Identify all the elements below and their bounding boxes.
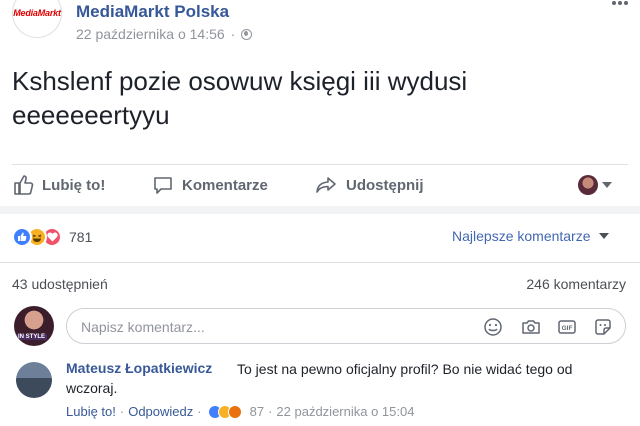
post-as-selector[interactable] — [578, 166, 612, 204]
comment-reaction-count: 87 — [249, 404, 265, 419]
comment-text: To jest na pewno oficjalny profil? Bo ni… — [66, 361, 573, 396]
reaction-count: 781 — [69, 229, 93, 245]
comment-input[interactable] — [81, 317, 461, 337]
comment-actions: Lubię to! · Odpowiedz · 87 · 22 paździer… — [66, 404, 414, 419]
comment-label: Komentarze — [182, 176, 268, 194]
comment-reply-button[interactable]: Odpowiedz — [128, 404, 193, 419]
divider — [0, 262, 640, 263]
current-user-avatar: IN STYLE — [14, 306, 54, 346]
sort-label: Najlepsze komentarze — [452, 228, 591, 244]
comment-reactions[interactable] — [207, 404, 242, 419]
action-separator: · — [197, 404, 202, 419]
page-name-link[interactable]: MediaMarkt Polska — [76, 2, 229, 22]
page-avatar[interactable]: MediaMarkt — [12, 0, 62, 38]
post-meta: 22 października o 14:56 · — [76, 26, 253, 42]
action-separator: · — [268, 404, 273, 419]
comment-composer: GIF — [66, 308, 626, 344]
speech-bubble-icon — [154, 177, 172, 194]
comment-button[interactable]: Komentarze — [152, 166, 268, 204]
angry-reaction-icon — [227, 404, 242, 419]
like-button[interactable]: Lubię to! — [12, 166, 105, 204]
mediamarkt-logo: MediaMarkt — [13, 8, 61, 18]
shares-count[interactable]: 43 udostępnień — [12, 276, 108, 292]
meta-separator: · — [230, 26, 236, 42]
section-separator — [0, 206, 640, 214]
comments-count[interactable]: 246 komentarzy — [526, 276, 626, 292]
comment-body: To jest na pewno oficjalny profil? Bo ni… — [66, 360, 616, 398]
action-separator: · — [119, 404, 125, 419]
reactions-summary[interactable]: 781 — [12, 226, 92, 248]
sticker-icon[interactable] — [593, 317, 613, 337]
post-options-button[interactable] — [608, 0, 632, 14]
post-text: Kshslenf pozie osowuw księgi iii wydusi … — [12, 66, 468, 130]
comment-sort-dropdown[interactable]: Najlepsze komentarze — [452, 228, 609, 244]
svg-text:GIF: GIF — [562, 325, 573, 332]
comment-like-button[interactable]: Lubię to! — [66, 404, 116, 419]
divider — [12, 164, 628, 165]
share-arrow-icon — [316, 177, 336, 193]
post-action-bar: Lubię to! Komentarze Udostępnij — [0, 166, 640, 204]
post-timestamp[interactable]: 22 października o 14:56 — [76, 26, 225, 42]
facebook-post: MediaMarkt MediaMarkt Polska 22 paździer… — [0, 0, 640, 426]
caret-down-icon — [598, 233, 609, 239]
comment-timestamp[interactable]: 22 października o 15:04 — [276, 404, 414, 419]
avatar-frame-badge: IN STYLE — [16, 334, 48, 340]
commenter-avatar[interactable] — [16, 362, 52, 398]
like-reaction-icon — [12, 227, 32, 247]
chevron-down-icon — [602, 182, 612, 188]
chevron-down-icon — [612, 1, 628, 5]
globe-icon — [241, 28, 253, 40]
share-button[interactable]: Udostępnij — [314, 166, 424, 204]
share-label: Udostępnij — [346, 176, 424, 194]
gif-icon[interactable]: GIF — [557, 317, 577, 337]
like-label: Lubię to! — [42, 176, 106, 194]
avatar — [578, 175, 598, 195]
thumbs-up-icon — [14, 175, 34, 195]
emoji-icon[interactable] — [483, 317, 503, 337]
camera-icon[interactable] — [521, 317, 541, 337]
